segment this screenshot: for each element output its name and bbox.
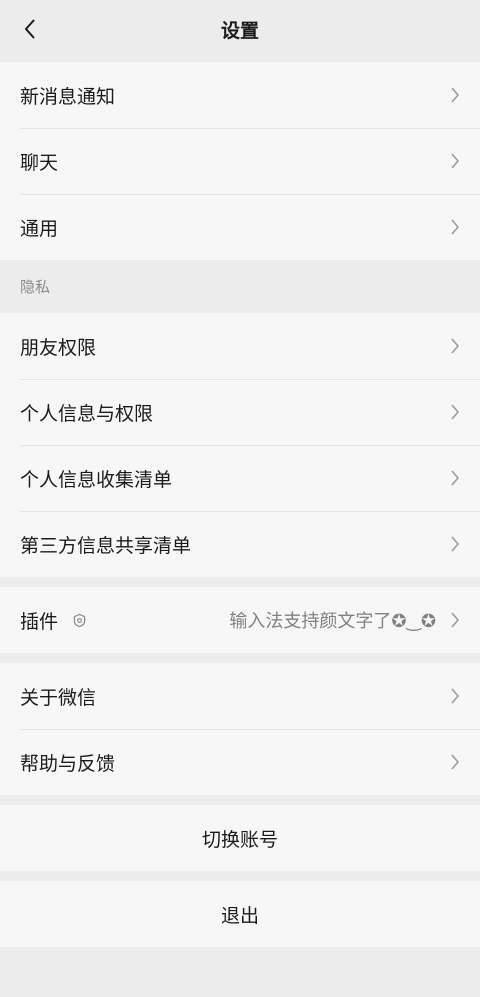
settings-item-label: 新消息通知 (20, 85, 116, 108)
settings-item-personal-info-collection[interactable]: 个人信息收集清单 (0, 445, 480, 511)
page-title: 设置 (220, 19, 259, 42)
settings-item-label: 帮助与反馈 (20, 752, 116, 775)
settings-item-label: 个人信息收集清单 (20, 468, 173, 491)
plugin-badge-icon (73, 613, 86, 627)
switch-account-button[interactable]: 切换账号 (0, 805, 480, 871)
plugin-status-text: 输入法支持颜文字了✪‿✪ (229, 611, 436, 632)
about-group: 关于微信 帮助与反馈 (0, 663, 480, 795)
chevron-right-icon (451, 470, 460, 486)
chevron-right-icon (451, 338, 460, 354)
general-settings-group: 新消息通知 聊天 通用 (0, 62, 480, 260)
logout-button[interactable]: 退出 (0, 881, 480, 947)
settings-item-label: 朋友权限 (20, 336, 97, 359)
header: 设置 (0, 0, 480, 58)
chevron-left-icon (24, 19, 35, 39)
chevron-right-icon (451, 754, 460, 770)
settings-item-label: 通用 (20, 217, 59, 240)
settings-item-third-party-sharing[interactable]: 第三方信息共享清单 (0, 511, 480, 577)
settings-item-label: 关于微信 (20, 686, 97, 709)
plugins-group: 插件 输入法支持颜文字了✪‿✪ (0, 587, 480, 653)
chevron-right-icon (451, 536, 460, 552)
chevron-right-icon (451, 219, 460, 235)
settings-item-label: 第三方信息共享清单 (20, 534, 192, 557)
chevron-right-icon (451, 688, 460, 704)
privacy-section-label: 隐私 (20, 278, 51, 296)
settings-item-about-wechat[interactable]: 关于微信 (0, 663, 480, 729)
chevron-right-icon (451, 612, 460, 628)
settings-item-plugins[interactable]: 插件 输入法支持颜文字了✪‿✪ (0, 587, 480, 653)
settings-item-chat[interactable]: 聊天 (0, 128, 480, 194)
privacy-group: 朋友权限 个人信息与权限 个人信息收集清单 第三方信息共享清单 (0, 313, 480, 577)
settings-item-friend-permissions[interactable]: 朋友权限 (0, 313, 480, 379)
settings-item-notifications[interactable]: 新消息通知 (0, 62, 480, 128)
chevron-right-icon (451, 87, 460, 103)
settings-item-label: 插件 (20, 610, 59, 633)
settings-item-label: 个人信息与权限 (20, 402, 154, 425)
chevron-right-icon (451, 404, 460, 420)
settings-item-general[interactable]: 通用 (0, 194, 480, 260)
settings-item-personal-info-permissions[interactable]: 个人信息与权限 (0, 379, 480, 445)
settings-item-label: 聊天 (20, 151, 59, 174)
chevron-right-icon (451, 153, 460, 169)
settings-item-help-feedback[interactable]: 帮助与反馈 (0, 729, 480, 795)
back-button[interactable] (10, 9, 50, 49)
